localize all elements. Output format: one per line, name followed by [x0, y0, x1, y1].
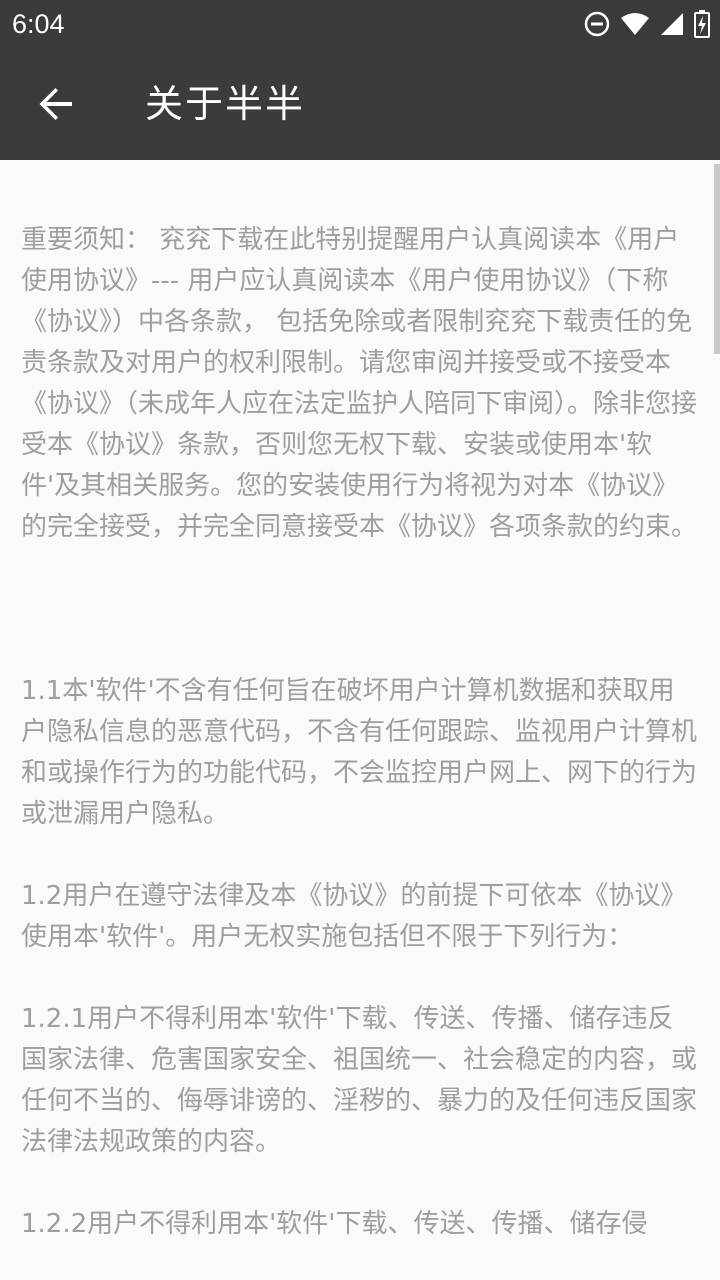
section-1-1: 1.1本'软件'不含有任何旨在破坏用户计算机数据和获取用户隐私信息的恶意代码，不…: [21, 676, 698, 829]
back-button[interactable]: [22, 70, 90, 138]
wifi-icon: [621, 13, 649, 35]
scrollbar[interactable]: [714, 164, 720, 354]
app-bar: 关于半半: [0, 48, 720, 160]
status-time: 6:04: [12, 9, 65, 39]
agreement-text: 重要须知： 兖兖下载在此特别提醒用户认真阅读本《用户使用协议》--- 用户应认真…: [21, 220, 699, 1280]
arrow-left-icon: [39, 88, 72, 120]
battery-icon: [694, 10, 710, 38]
signal-icon: [661, 13, 683, 35]
section-1-2-1: 1.2.1用户不得利用本'软件'下载、传送、传播、储存违反国家法律、危害国家安全…: [21, 1004, 698, 1157]
intro-paragraph: 重要须知： 兖兖下载在此特别提醒用户认真阅读本《用户使用协议》--- 用户应认真…: [21, 225, 698, 542]
section-1-2-2: 1.2.2用户不得利用本'软件'下载、传送、传播、储存侵: [21, 1209, 648, 1239]
status-bar: 6:04: [0, 0, 720, 48]
section-1-2: 1.2用户在遵守法律及本《协议》的前提下可依本《协议》使用本'软件'。用户无权实…: [21, 881, 687, 952]
page-title: 关于半半: [145, 82, 306, 126]
do-not-disturb-icon: [584, 11, 610, 37]
agreement-content[interactable]: 重要须知： 兖兖下载在此特别提醒用户认真阅读本《用户使用协议》--- 用户应认真…: [0, 160, 720, 1280]
status-icons: [584, 10, 710, 38]
